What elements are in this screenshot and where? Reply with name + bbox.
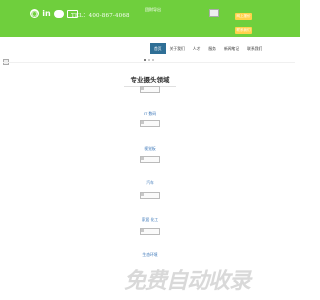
item-label[interactable]: 视觉板	[0, 146, 300, 152]
item-thumbnail[interactable]	[140, 192, 160, 199]
watermark-text: 免费自动收录	[124, 269, 251, 294]
nav-item-home[interactable]: 首页	[150, 43, 166, 54]
item-thumbnail[interactable]	[140, 86, 160, 93]
item-label[interactable]: 生态环境	[0, 252, 300, 258]
carousel-dot[interactable]	[152, 59, 154, 61]
nav-item-news[interactable]: 新闻笔记	[220, 43, 243, 54]
nav-item-about[interactable]: 关于我们	[166, 43, 189, 54]
carousel-dots[interactable]	[144, 59, 154, 61]
banner-divider	[3, 62, 295, 63]
nav-item-talent[interactable]: 人才	[189, 43, 205, 54]
section-title: 专业摄头领域	[130, 76, 170, 84]
item-thumbnail[interactable]	[140, 228, 160, 235]
item-label[interactable]: IT 数码	[0, 111, 300, 117]
nav-item-services[interactable]: 服务	[204, 43, 220, 54]
top-link[interactable]: 团财导出	[145, 7, 161, 13]
item-label[interactable]: 汽车	[0, 180, 300, 186]
quote-button[interactable]: 网上报价	[235, 13, 252, 20]
phone-number: TEL：400-867-4068	[71, 13, 130, 19]
item-thumbnail[interactable]	[140, 156, 160, 163]
contact-button[interactable]: 联系我们	[235, 27, 252, 34]
weibo-icon[interactable]: ◉	[30, 9, 39, 18]
header-band	[0, 22, 300, 37]
item-label[interactable]: 家居 化工	[0, 217, 300, 223]
linkedin-icon[interactable]: in	[42, 9, 51, 18]
wechat-icon[interactable]	[54, 9, 64, 18]
broken-image-icon	[209, 9, 219, 17]
main-nav: 首页 关于我们 人才 服务 新闻笔记 联系我们	[150, 43, 266, 54]
nav-item-contact[interactable]: 联系我们	[243, 43, 266, 54]
carousel-dot[interactable]	[148, 59, 150, 61]
carousel-dot[interactable]	[144, 59, 146, 61]
watermark: 免费自动收录	[124, 261, 296, 294]
item-thumbnail[interactable]	[140, 120, 160, 127]
